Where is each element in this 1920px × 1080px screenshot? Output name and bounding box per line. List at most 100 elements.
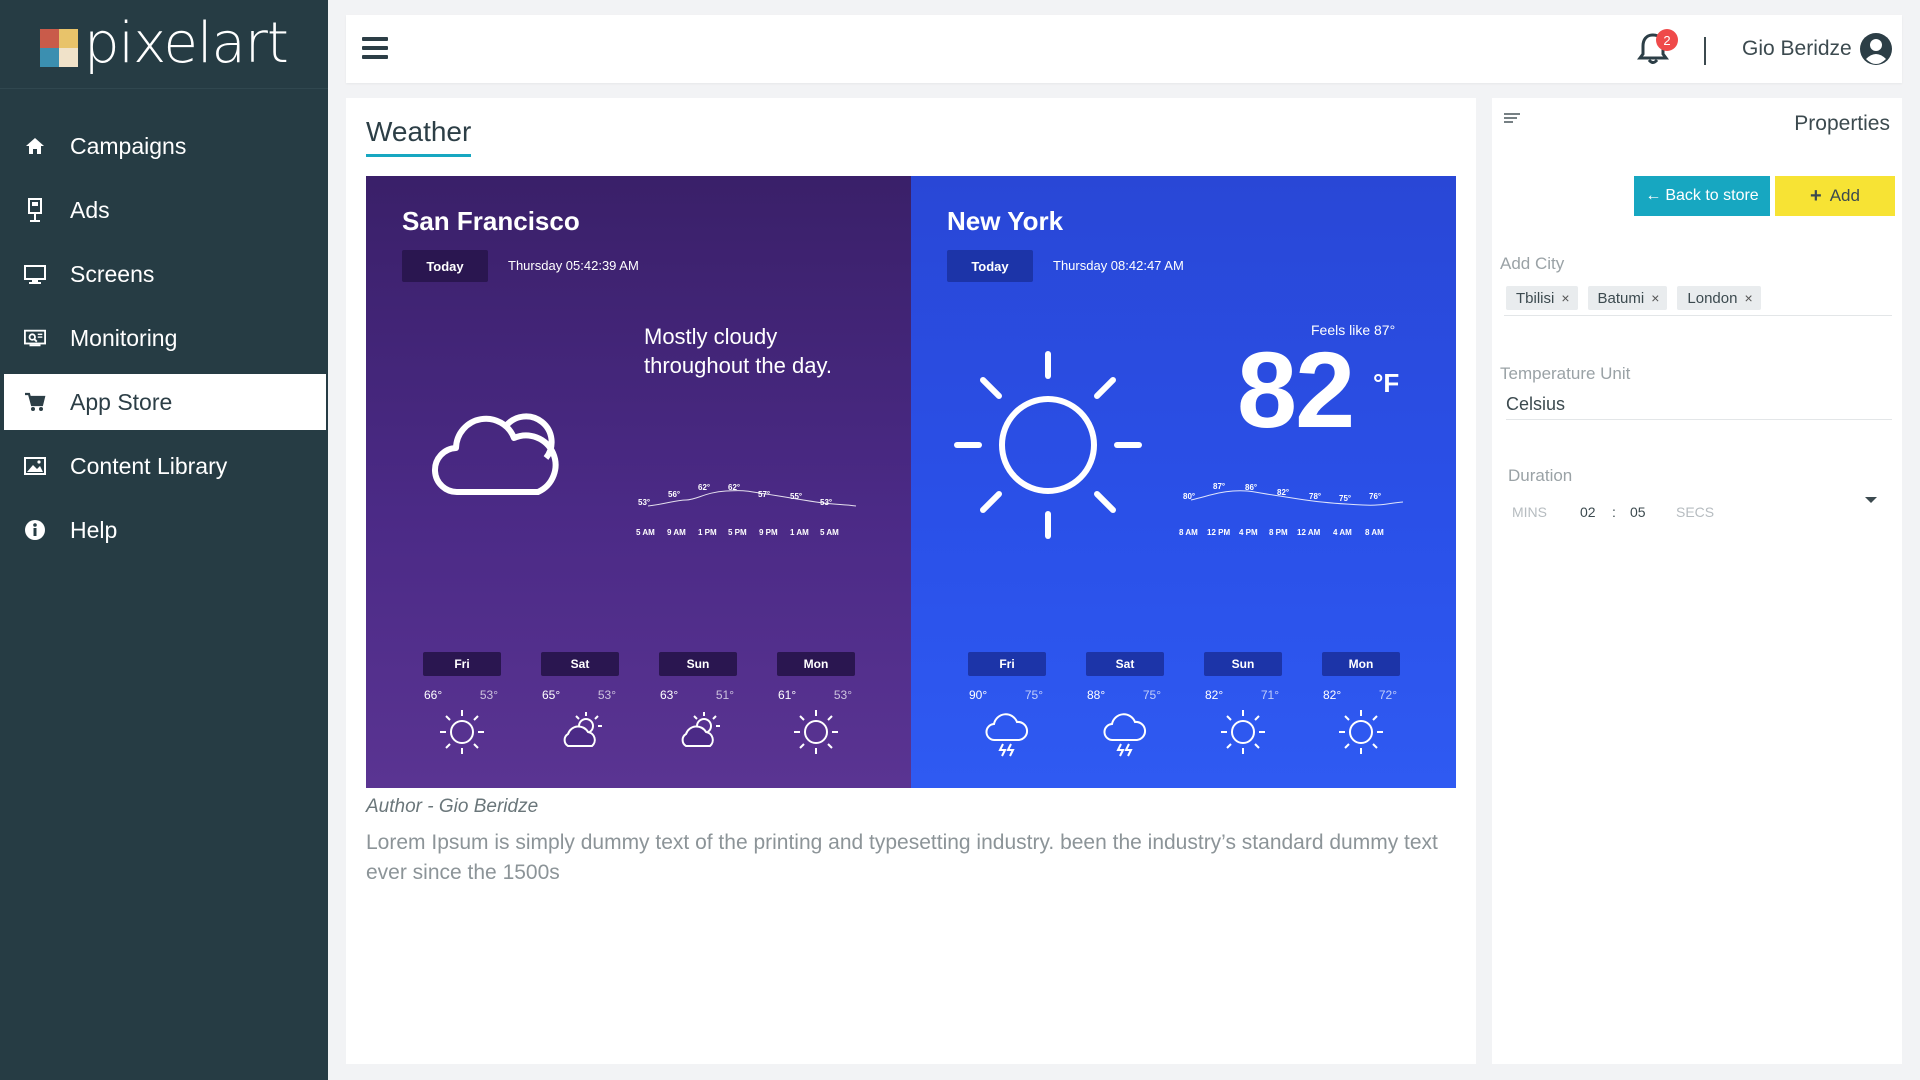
plus-icon: + xyxy=(1810,184,1822,207)
mins-unit-label: MINS xyxy=(1512,504,1547,520)
hour-temp: 53° xyxy=(820,498,833,507)
sidebar-item-app-store[interactable]: App Store xyxy=(4,374,326,430)
sort-lines-icon[interactable] xyxy=(1504,110,1520,123)
logo-mark-icon xyxy=(40,29,78,67)
day-label: Fri xyxy=(968,652,1046,676)
forecast-day: Sat 65° 53° xyxy=(540,652,620,758)
partly-cloudy-icon xyxy=(554,706,606,758)
sidebar-item-label: Campaigns xyxy=(70,132,187,159)
seconds-stepper[interactable]: 05 xyxy=(1630,504,1646,520)
hour-label: 12 AM xyxy=(1297,528,1321,537)
remove-tag-icon[interactable]: × xyxy=(1651,290,1659,306)
date-time: Thursday 05:42:39 AM xyxy=(508,258,639,273)
city-tag: London × xyxy=(1677,286,1761,310)
day-label: Sat xyxy=(1086,652,1164,676)
app-detail-card: Weather San Francisco Today Thursday 05:… xyxy=(346,98,1476,1064)
hourly-forecast: 53° 56° 62° 62° 57° 55° 53° 5 AM 9 AM 1 … xyxy=(636,474,866,544)
hour-temp: 62° xyxy=(728,483,741,492)
current-temperature: 82 xyxy=(1237,329,1355,450)
divider xyxy=(1704,37,1706,65)
city-tags-input[interactable]: Tbilisi × Batumi × London × xyxy=(1504,286,1892,316)
today-badge: Today xyxy=(947,250,1033,282)
sidebar-nav: Campaigns Ads Screens Monitoring App Sto… xyxy=(0,118,328,566)
tag-label: Tbilisi xyxy=(1516,289,1555,307)
sun-icon xyxy=(436,706,488,758)
monitoring-icon xyxy=(24,327,46,349)
sidebar-item-ads[interactable]: Ads xyxy=(0,182,328,238)
hour-temp: 55° xyxy=(790,492,803,501)
sun-icon xyxy=(953,350,1143,540)
home-icon xyxy=(24,135,46,157)
day-label: Sun xyxy=(659,652,737,676)
hour-label: 8 PM xyxy=(1269,528,1288,537)
add-button[interactable]: + Add xyxy=(1775,176,1895,216)
hour-temp: 56° xyxy=(668,490,681,499)
temperature-unit-field[interactable]: Celsius xyxy=(1506,394,1892,420)
hour-label: 9 PM xyxy=(759,528,778,537)
hour-label: 5 AM xyxy=(636,528,655,537)
sidebar-item-label: Help xyxy=(70,516,118,543)
user-avatar-icon[interactable] xyxy=(1859,32,1893,66)
forecast-day: Fri 90° 75° xyxy=(967,652,1047,758)
weather-preview: San Francisco Today Thursday 05:42:39 AM… xyxy=(366,176,1456,788)
app-description: Lorem Ipsum is simply dummy text of the … xyxy=(366,831,1438,884)
secs-unit-label: SECS xyxy=(1676,504,1715,520)
forecast-day: Sun 82° 71° xyxy=(1203,652,1283,758)
forecast-day: Sun 63° 51° xyxy=(658,652,738,758)
sidebar-item-content-library[interactable]: Content Library xyxy=(0,438,328,494)
back-to-store-button[interactable]: ← Back to store xyxy=(1634,176,1770,216)
hourly-forecast: 80° 87° 86° 82° 78° 75° 76° 8 AM 12 PM 4… xyxy=(1179,474,1413,544)
top-bar: 2 Gio Beridze xyxy=(346,15,1902,83)
hour-label: 4 PM xyxy=(1239,528,1258,537)
hour-temp: 75° xyxy=(1339,494,1352,503)
minutes-stepper[interactable]: 02 xyxy=(1580,504,1596,520)
temp-high: 88° xyxy=(1087,688,1106,702)
sidebar-item-label: Screens xyxy=(70,260,155,287)
city-name: San Francisco xyxy=(402,206,580,236)
hour-temp: 62° xyxy=(698,483,711,492)
thunderstorm-icon xyxy=(981,706,1033,758)
image-icon xyxy=(24,455,46,477)
date-time: Thursday 08:42:47 AM xyxy=(1053,258,1184,273)
sidebar-item-label: Monitoring xyxy=(70,324,178,351)
temp-low: 51° xyxy=(715,688,734,702)
sidebar-item-monitoring[interactable]: Monitoring xyxy=(0,310,328,366)
daily-forecast: Fri 90° 75° Sat 88° 75° Sun 82° 71° Mon 82°… xyxy=(911,652,1456,762)
temp-low: 72° xyxy=(1378,688,1397,702)
user-name[interactable]: Gio Beridze xyxy=(1742,37,1852,61)
hour-temp: 86° xyxy=(1245,483,1258,492)
day-label: Fri xyxy=(423,652,501,676)
temp-low: 71° xyxy=(1260,688,1279,702)
hour-temp: 87° xyxy=(1213,482,1226,491)
hour-label: 8 AM xyxy=(1179,528,1198,537)
sidebar-item-campaigns[interactable]: Campaigns xyxy=(0,118,328,174)
panel-title: Properties xyxy=(1794,112,1890,135)
menu-toggle-icon[interactable] xyxy=(362,37,388,59)
temp-low: 53° xyxy=(479,688,498,702)
sidebar-item-help[interactable]: Help xyxy=(0,502,328,558)
sun-icon xyxy=(1335,706,1387,758)
remove-tag-icon[interactable]: × xyxy=(1744,290,1752,306)
hour-label: 8 AM xyxy=(1365,528,1384,537)
sidebar-item-label: App Store xyxy=(70,388,173,415)
hour-label: 1 AM xyxy=(790,528,809,537)
cart-icon xyxy=(24,391,46,413)
hour-label: 4 AM xyxy=(1333,528,1352,537)
tag-label: Batumi xyxy=(1597,289,1645,307)
remove-tag-icon[interactable]: × xyxy=(1561,290,1569,306)
hour-label: 5 AM xyxy=(820,528,839,537)
hour-label: 5 PM xyxy=(728,528,747,537)
sidebar-item-screens[interactable]: Screens xyxy=(0,246,328,302)
sidebar-item-label: Ads xyxy=(70,196,110,223)
thunderstorm-icon xyxy=(1099,706,1151,758)
city-tag: Batumi × xyxy=(1587,286,1668,310)
hour-temp: 57° xyxy=(758,490,771,499)
weather-summary: Mostly cloudy throughout the day. xyxy=(644,324,832,378)
temp-high: 90° xyxy=(969,688,988,702)
sun-icon xyxy=(1217,706,1269,758)
brand-name: pixelart xyxy=(84,11,289,76)
temperature-unit: °F xyxy=(1373,368,1400,398)
forecast-day: Mon 82° 72° xyxy=(1321,652,1401,758)
brand-logo[interactable]: pixelart xyxy=(40,11,289,76)
chevron-down-icon[interactable] xyxy=(1864,492,1878,503)
